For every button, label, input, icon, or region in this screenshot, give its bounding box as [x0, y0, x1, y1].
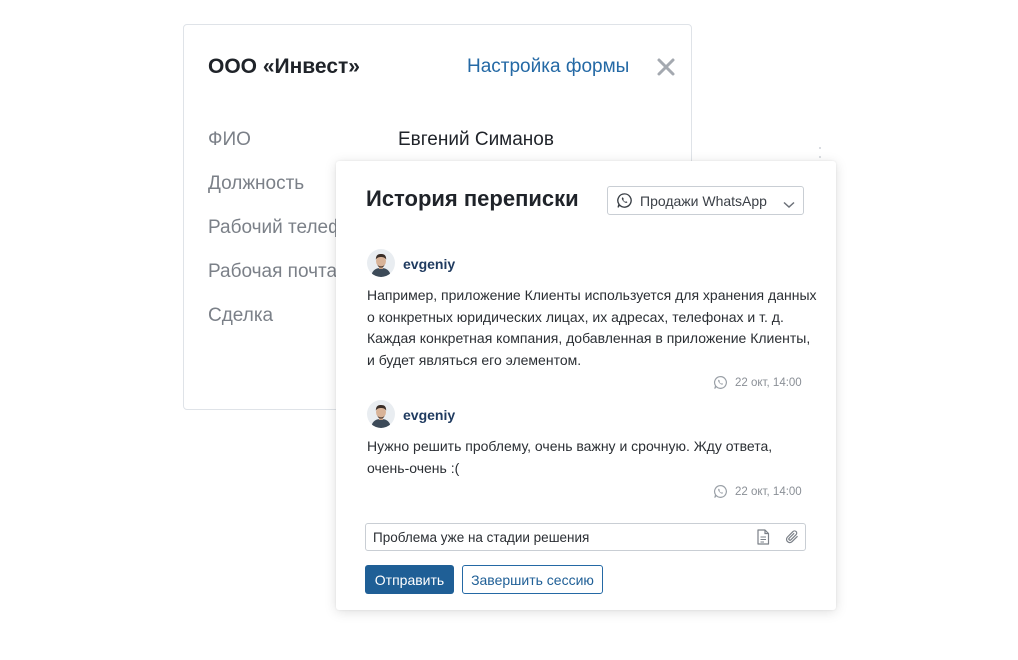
chat-history-panel: История переписки Продажи WhatsApp evgen…	[336, 161, 836, 610]
message-time: 22 окт, 14:00	[735, 486, 802, 498]
end-session-button[interactable]: Завершить сессию	[462, 565, 603, 594]
field-label-deal: Сделка	[208, 305, 274, 326]
reply-input[interactable]	[373, 528, 743, 546]
message-line: о конкретных юридических лицах, их адрес…	[367, 308, 784, 325]
decorative-dot	[819, 156, 821, 158]
whatsapp-icon	[616, 192, 633, 214]
field-value-fio: Евгений Симанов	[398, 129, 554, 150]
decorative-dot	[819, 147, 821, 149]
close-icon[interactable]	[654, 55, 678, 79]
message-line: и будет являться его элементом.	[367, 351, 582, 368]
field-label-fio: ФИО	[208, 129, 251, 150]
message-line: очень-очень :(	[367, 459, 460, 476]
message-text: Нужно решить проблему, очень важну и сро…	[367, 436, 817, 479]
message-line: Нужно решить проблему, очень важну и сро…	[367, 438, 773, 454]
chevron-down-icon	[783, 196, 795, 214]
message-line: Например, приложение Клиенты используетс…	[367, 287, 817, 303]
company-title: ООО «Инвест»	[208, 55, 360, 78]
history-title: История переписки	[366, 186, 579, 211]
whatsapp-icon	[714, 376, 727, 389]
form-settings-link[interactable]: Настройка формы	[467, 56, 629, 78]
field-label-position: Должность	[208, 173, 305, 194]
avatar	[367, 249, 395, 277]
paperclip-icon[interactable]	[785, 529, 800, 550]
channel-select[interactable]: Продажи WhatsApp	[607, 186, 804, 215]
message-author: evgeniy	[403, 256, 456, 272]
message-time: 22 окт, 14:00	[735, 377, 802, 389]
avatar	[367, 400, 395, 428]
channel-select-value: Продажи WhatsApp	[640, 193, 767, 209]
message-author: evgeniy	[403, 407, 456, 423]
reply-box	[365, 523, 806, 551]
send-button[interactable]: Отправить	[365, 565, 454, 594]
message-text: Например, приложение Клиенты используетс…	[367, 285, 817, 371]
message-line: Каждая конкретная компания, добавленная …	[367, 330, 811, 346]
whatsapp-icon	[714, 485, 727, 498]
field-label-work-email: Рабочая почта	[208, 261, 338, 282]
document-icon[interactable]	[756, 529, 770, 550]
